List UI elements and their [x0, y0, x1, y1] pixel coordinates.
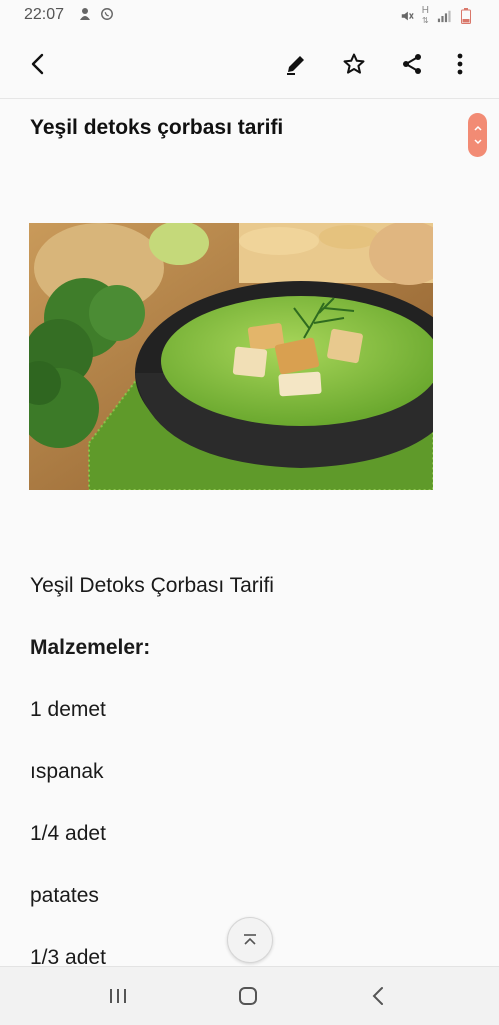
- data-icon: H ⇅: [421, 5, 429, 26]
- status-left-icons: [78, 6, 114, 22]
- nav-back-icon: [372, 987, 383, 1005]
- data-indicator: H: [421, 5, 429, 16]
- status-right-icons: H ⇅: [400, 6, 473, 26]
- signal-icon: [437, 10, 451, 23]
- arrow-up-icon: [244, 934, 256, 945]
- status-bar: 22:07 H ⇅: [0, 0, 499, 30]
- edit-button[interactable]: [278, 46, 314, 82]
- favorite-button[interactable]: [336, 46, 372, 82]
- mute-icon: [401, 11, 414, 21]
- home-button[interactable]: [228, 979, 268, 1013]
- note-line[interactable]: patates: [30, 884, 99, 908]
- scroll-to-top-button[interactable]: [227, 917, 273, 963]
- note-line[interactable]: ıspanak: [30, 760, 104, 784]
- more-icon: [457, 53, 463, 75]
- back-icon: [31, 53, 44, 75]
- recents-button[interactable]: [98, 979, 138, 1013]
- note-line[interactable]: 1/4 adet: [30, 822, 106, 846]
- note-title[interactable]: Yeşil detoks çorbası tarifi: [30, 116, 283, 140]
- note-line[interactable]: 1 demet: [30, 698, 106, 722]
- note-content[interactable]: Yeşil detoks çorbası tarifi Yeşil Detoks…: [0, 99, 499, 965]
- nav-back-button[interactable]: [358, 979, 398, 1013]
- share-button[interactable]: [394, 46, 430, 82]
- navigation-bar: [0, 966, 499, 1025]
- notification-icon: [80, 8, 90, 20]
- recipe-image[interactable]: [29, 223, 433, 490]
- note-line[interactable]: 1/3 adet: [30, 946, 106, 965]
- scroll-handle[interactable]: [468, 113, 487, 157]
- soup-photo: [29, 223, 433, 490]
- scroll-arrows-icon: [473, 125, 482, 145]
- status-time: 22:07: [24, 6, 65, 23]
- battery-icon: [461, 8, 471, 24]
- app-bar: [0, 30, 499, 99]
- star-icon: [343, 53, 365, 74]
- edit-icon: [287, 56, 304, 75]
- more-options-button[interactable]: [442, 46, 478, 82]
- home-icon: [239, 987, 257, 1005]
- note-line[interactable]: Yeşil Detoks Çorbası Tarifi: [30, 574, 274, 598]
- share-icon: [403, 54, 421, 74]
- whatsapp-icon: [101, 8, 113, 20]
- back-button[interactable]: [20, 46, 56, 82]
- note-line[interactable]: Malzemeler:: [30, 636, 150, 660]
- recents-icon: [110, 989, 126, 1003]
